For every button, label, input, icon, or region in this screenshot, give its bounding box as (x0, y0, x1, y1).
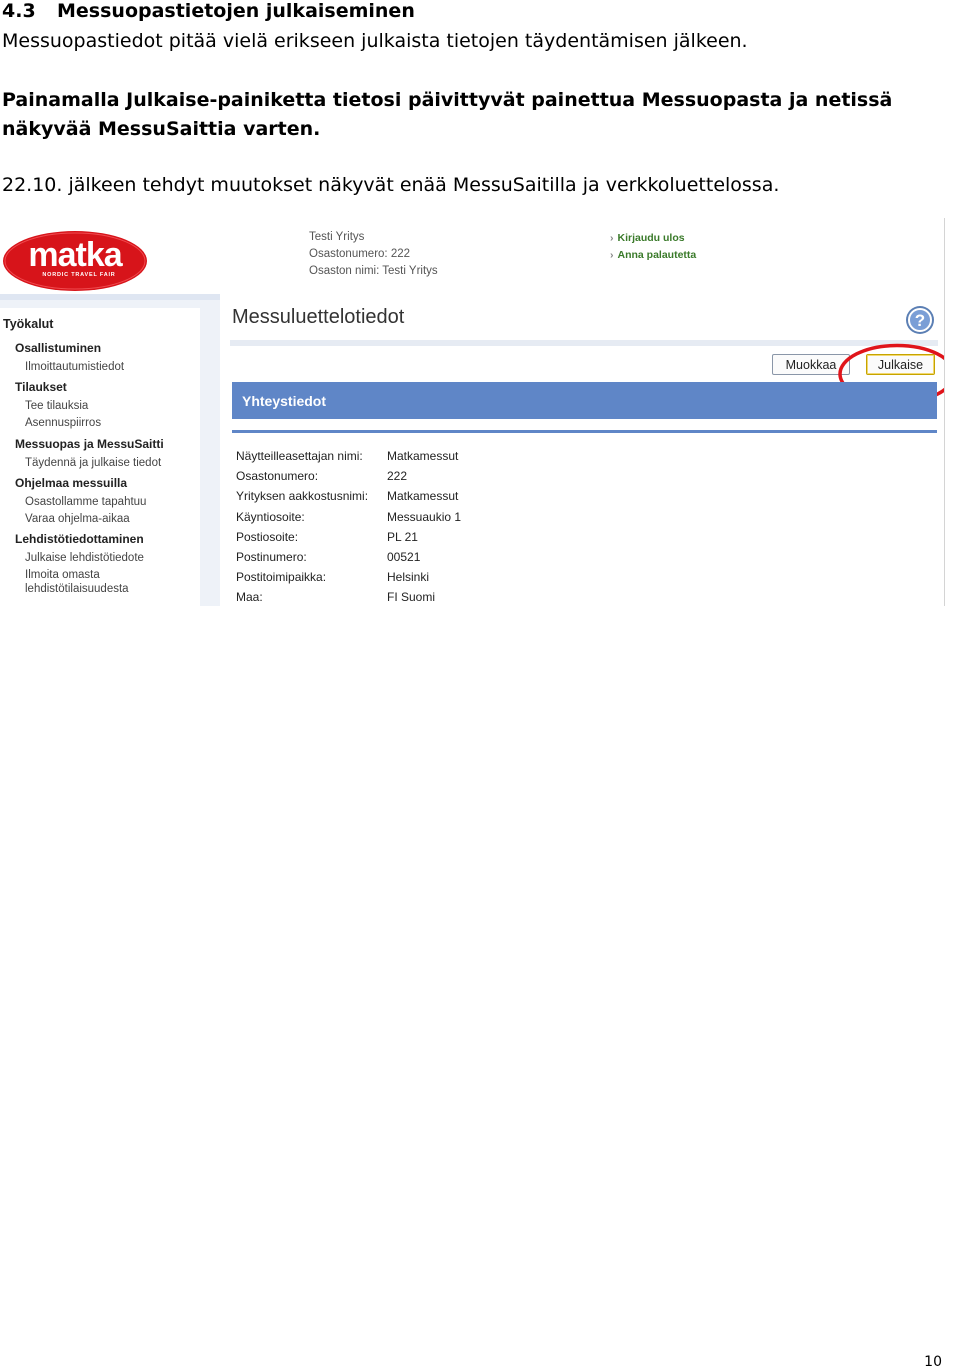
field-value: FI Suomi (387, 590, 436, 605)
stand-number: Osastonumero: 222 (309, 248, 411, 260)
table-row: Näytteilleasettajan nimi: Matkamessut (236, 446, 461, 466)
field-value: 222 (387, 469, 408, 484)
top-links: › Kirjaudu ulos › Anna palautetta (610, 230, 696, 264)
chevron-right-icon: › (610, 249, 614, 261)
section-heading: 4.3 Messuopastietojen julkaiseminen (2, 0, 415, 22)
field-label: Postitoimipaikka: (236, 570, 327, 585)
table-row: Osastonumero: 222 (236, 466, 461, 486)
table-row: Yrityksen aakkostusnimi: Matkamessut (236, 486, 461, 506)
field-value: Matkamessut (387, 449, 459, 464)
section-divider (232, 430, 937, 433)
page-title: Messuluettelotiedot (232, 306, 405, 328)
sidebar-item-ilmoittautumistiedot[interactable]: Ilmoittautumistiedot (25, 361, 124, 373)
table-row: Maa: FI Suomi (236, 587, 461, 606)
note-paragraph: 22.10. jälkeen tehdyt muutokset näkyvät … (2, 174, 780, 196)
sidebar-item-julkaise-tiedote[interactable]: Julkaise lehdistötiedote (25, 552, 144, 564)
instruction-paragraph: Painamalla Julkaise-painiketta tietosi p… (2, 89, 893, 140)
sidebar-item-varaa-ohjelma[interactable]: Varaa ohjelma-aikaa (25, 513, 130, 525)
sidebar-section-ohjelmaa: Ohjelmaa messuilla (15, 476, 128, 490)
user-info: Testi Yritys Osastonumero: 222 Osaston n… (309, 229, 438, 280)
sidebar-item-tee-tilauksia[interactable]: Tee tilauksia (25, 400, 88, 412)
edit-button[interactable]: Muokkaa (772, 354, 850, 375)
table-row: Postinumero: 00521 (236, 547, 461, 567)
sidebar-section-tilaukset: Tilaukset (15, 380, 67, 394)
table-row: Postitoimipaikka: Helsinki (236, 567, 461, 587)
matka-logo: matka NORDIC TRAVEL FAIR (3, 231, 147, 291)
publish-button[interactable]: Julkaise (866, 354, 935, 375)
field-value: PL 21 (387, 529, 418, 544)
sidebar-top-bar (0, 294, 220, 300)
field-label: Postinumero: (236, 550, 307, 565)
sidebar-item-ilmoita-omasta[interactable]: Ilmoita omasta (25, 569, 100, 581)
field-label: Yrityksen aakkostusnimi: (236, 489, 369, 504)
field-value: Helsinki (387, 570, 430, 585)
stand-name: Osaston nimi: Testi Yritys (309, 265, 438, 277)
field-value: Messuaukio 1 (387, 509, 462, 524)
help-icon[interactable]: ? (905, 305, 935, 335)
title-divider (230, 340, 938, 346)
sidebar-item-lehdistotilaisuus[interactable]: lehdistötilaisuudesta (25, 583, 129, 595)
field-value: Matkamessut (387, 489, 459, 504)
screenshot-edge (944, 218, 945, 606)
sidebar-section-lehdisto: Lehdistötiedottaminen (15, 532, 144, 546)
contact-info-table: Näytteilleasettajan nimi: Matkamessut Osa… (236, 446, 461, 606)
field-value: 00521 (387, 550, 421, 565)
feedback-link[interactable]: › Anna palautetta (610, 247, 696, 264)
section-title: Messuopastietojen julkaiseminen (57, 0, 415, 22)
field-label: Maa: (236, 590, 263, 605)
field-label: Käyntiosoite: (236, 509, 305, 524)
sidebar-section-osallistuminen: Osallistuminen (15, 341, 102, 355)
section-title: Yhteystiedot (242, 393, 327, 409)
intro-paragraph: Messuopastiedot pitää vielä erikseen jul… (2, 30, 748, 52)
field-label: Osastonumero: (236, 469, 319, 484)
section-number: 4.3 (2, 0, 36, 22)
table-row: Käyntiosoite: Messuaukio 1 (236, 507, 461, 527)
table-row: Postiosoite: PL 21 (236, 527, 461, 547)
sidebar-item-asennuspiirros[interactable]: Asennuspiirros (25, 417, 101, 429)
company-name: Testi Yritys (309, 231, 365, 243)
sidebar-item-osastollamme[interactable]: Osastollamme tapahtuu (25, 496, 146, 508)
portal-screenshot: matka NORDIC TRAVEL FAIR Testi Yritys Os… (0, 218, 945, 606)
page-number: 10 (924, 1354, 942, 1370)
sidebar-section-messuopas: Messuopas ja MessuSaitti (15, 437, 164, 451)
section-header-bar (232, 382, 937, 419)
field-label: Postiosoite: (236, 529, 299, 544)
svg-text:matka: matka (28, 236, 123, 274)
sidebar-title: Työkalut (3, 317, 54, 331)
field-label: Näytteilleasettajan nimi: (236, 449, 363, 464)
logout-link[interactable]: › Kirjaudu ulos (610, 230, 696, 247)
chevron-right-icon: › (610, 232, 614, 244)
svg-text:?: ? (915, 311, 925, 330)
svg-text:NORDIC TRAVEL FAIR: NORDIC TRAVEL FAIR (42, 272, 115, 278)
sidebar-item-taydenna-tiedot[interactable]: Täydennä ja julkaise tiedot (25, 457, 161, 469)
